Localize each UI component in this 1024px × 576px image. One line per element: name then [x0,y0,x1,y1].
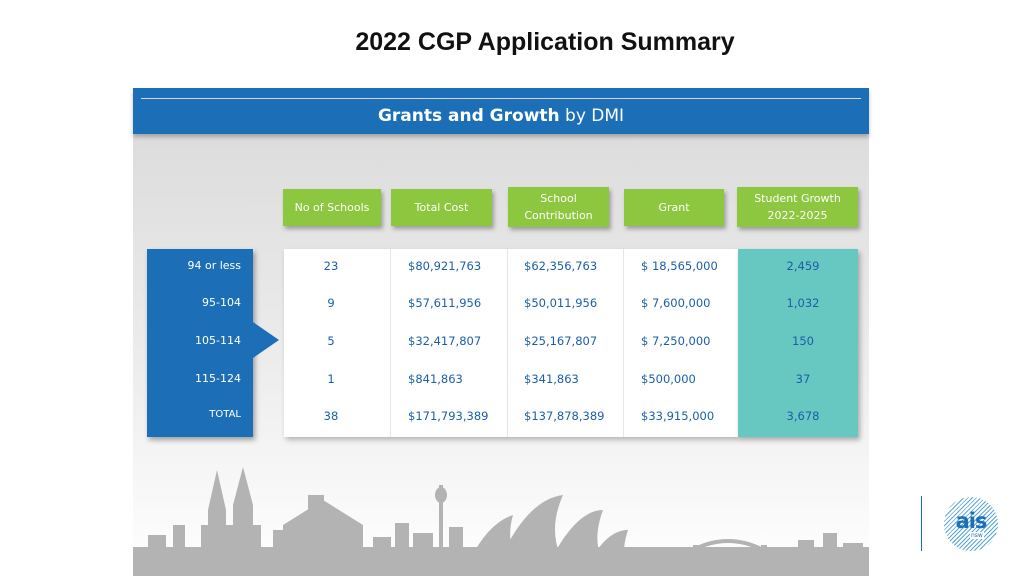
banner-title-bold: Grants and Growth [377,106,560,126]
row-label-95-104: 95-104 [202,296,241,309]
row-label-94-or-less: 94 or less [187,259,241,272]
cell-contribution: $341,863 [524,372,579,386]
arrow-right-icon [253,322,279,358]
banner-title-rest: by DMI [565,106,625,126]
banner-title: Grants and Growth by DMI [133,106,869,126]
logo-divider [921,496,922,551]
cell-growth: 2,459 [786,259,820,273]
cell-grant: $ 7,600,000 [641,296,711,310]
cell-contribution: $62,356,763 [524,259,598,273]
cell-grant: $500,000 [641,372,696,386]
cell-growth: 37 [795,372,811,386]
cell-growth: 150 [792,334,814,348]
cell-grant: $ 7,250,000 [641,334,711,348]
cell-schools: 23 [323,259,339,273]
city-skyline-illustration [133,467,869,576]
header-total-cost: Total Cost [391,189,492,226]
logo-subtext: nsw [970,532,984,539]
column-divider [623,249,624,437]
cell-total-cost: $57,611,956 [408,296,482,310]
header-no-of-schools: No of Schools [283,189,381,226]
header-grant: Grant [624,189,724,226]
logo-text: ais [955,509,988,533]
column-divider [507,249,508,437]
cell-schools: 1 [327,372,335,386]
header-school-contribution: School Contribution [508,187,609,227]
row-label-total: TOTAL [209,409,241,420]
cell-total-cost: $841,863 [408,372,463,386]
cell-contribution: $50,011,956 [524,296,598,310]
banner-top-strip [141,88,861,99]
cell-grant: $ 18,565,000 [641,259,718,273]
cell-total-cost-total: $171,793,389 [408,409,489,423]
row-label-115-124: 115-124 [195,372,241,385]
slide-title: 2022 CGP Application Summary [355,28,735,56]
cell-schools-total: 38 [323,409,339,423]
header-student-growth: Student Growth 2022-2025 [737,187,858,227]
cell-growth: 1,032 [786,296,820,310]
cell-contribution-total: $137,878,389 [524,409,605,423]
cell-growth-total: 3,678 [786,409,820,423]
row-label-105-114: 105-114 [195,334,241,347]
column-divider [390,249,391,437]
cell-total-cost: $80,921,763 [408,259,482,273]
cell-contribution: $25,167,807 [524,334,598,348]
cell-schools: 5 [327,334,335,348]
cell-total-cost: $32,417,807 [408,334,482,348]
cell-schools: 9 [327,296,335,310]
cell-grant-total: $33,915,000 [641,409,715,423]
